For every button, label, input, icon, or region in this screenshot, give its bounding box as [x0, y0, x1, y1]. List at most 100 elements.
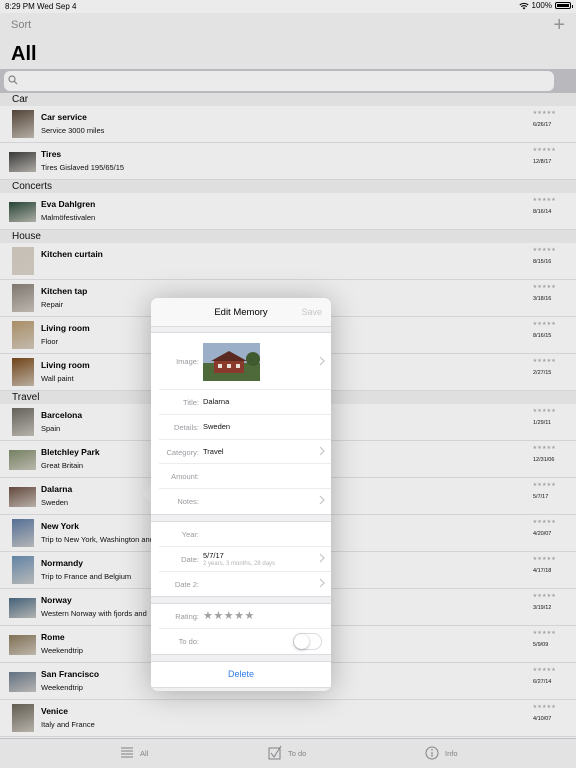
todo-toggle[interactable] [293, 633, 322, 651]
rating-stars-small: ★★★★★ [532, 519, 556, 525]
search-input[interactable] [4, 71, 554, 91]
rating-stars-small: ★★★★★ [532, 197, 556, 203]
item-title: Kitchen curtain [41, 249, 103, 259]
thumbnail-image [12, 704, 34, 732]
wifi-icon [518, 2, 529, 9]
rating-star[interactable]: ★ [203, 610, 213, 622]
item-date: 12/31/06 [533, 457, 555, 463]
date-value: 5/7/17 [203, 550, 224, 560]
checkbox-icon [268, 745, 282, 760]
title-row[interactable]: Title: Dalarna [159, 390, 331, 415]
item-subtitle: Trip to New York, Washington and [41, 535, 151, 544]
date-elapsed: 2 years, 3 months, 28 days [203, 560, 276, 567]
thumbnail-image [9, 450, 36, 470]
title-field[interactable]: Dalarna [203, 397, 229, 406]
save-button[interactable]: Save [301, 307, 322, 317]
item-date: 5/7/17 [533, 494, 549, 500]
category-label: Category: [166, 447, 199, 457]
memory-photo [203, 343, 260, 381]
thumbnail-image [12, 110, 34, 138]
battery-percent: 100% [531, 1, 552, 10]
delete-button[interactable]: Delete [151, 662, 331, 687]
item-subtitle: Repair [41, 300, 64, 309]
rating-stars-small: ★★★★★ [532, 482, 556, 488]
battery-icon [555, 2, 573, 9]
rating-stars-small: ★★★★★ [532, 247, 556, 253]
rating-star[interactable]: ★ [224, 610, 234, 622]
thumbnail-image [12, 284, 34, 312]
rating-stars-small: ★★★★★ [532, 110, 556, 116]
category-value: Travel [203, 446, 224, 456]
date-label: Date: [181, 554, 199, 564]
date2-row[interactable]: Date 2: [159, 572, 331, 597]
list-item[interactable]: Eva Dahlgren Malmöfestivalen ★★★★★ 8/16/14 [0, 193, 576, 230]
rating-stars-small: ★★★★★ [532, 284, 556, 290]
popover-group-main: Image: Title: Dalarna Details: Sweden Ca… [151, 332, 331, 515]
rating-star[interactable]: ★ [213, 610, 223, 622]
category-row[interactable]: Category: Travel [159, 440, 331, 465]
chevron-right-icon [319, 578, 325, 588]
title-label: Title: [183, 398, 199, 407]
sort-button[interactable]: Sort [11, 19, 31, 31]
list-item[interactable]: Car service Service 3000 miles ★★★★★ 6/26/1… [0, 106, 576, 143]
item-title: Car service [41, 112, 87, 122]
rating-row: Rating: ★★★★★ [159, 604, 331, 630]
thumbnail-image [12, 247, 34, 275]
add-button[interactable]: + [553, 15, 565, 35]
tab-all[interactable]: All [120, 745, 148, 761]
popover-group-rating: Rating: ★★★★★ To do: [151, 603, 331, 655]
rating-label: Rating: [175, 612, 199, 622]
item-date: 8/16/15 [533, 333, 552, 339]
rating-star[interactable]: ★ [234, 610, 244, 622]
image-label: Image: [176, 357, 199, 366]
edit-memory-popover: Edit Memory Save Image: Title: Dalarna D… [151, 298, 331, 691]
popover-group-delete: Delete [151, 660, 331, 688]
item-subtitle: Service 3000 miles [41, 126, 105, 135]
notes-row[interactable]: Notes: [159, 489, 331, 514]
item-subtitle: Italy and France [41, 720, 95, 729]
details-label: Details: [173, 422, 199, 432]
item-date: 3/18/16 [533, 296, 552, 302]
item-title: Venice [41, 706, 68, 716]
rating-stars-small: ★★★★★ [532, 667, 556, 673]
page-title: All [11, 43, 37, 65]
year-row[interactable]: Year: [159, 522, 331, 547]
item-date: 6/26/17 [533, 122, 552, 128]
item-title: Kitchen tap [41, 286, 88, 296]
thumbnail-image [12, 556, 34, 584]
tab-info[interactable]: Info [425, 745, 458, 761]
popover-header: Edit Memory Save [151, 298, 331, 327]
search-icon [8, 75, 18, 85]
item-date: 4/10/07 [533, 716, 552, 722]
item-subtitle: Great Britain [41, 461, 84, 470]
item-subtitle: Sweden [41, 498, 69, 507]
item-title: Norway [41, 595, 72, 605]
details-row[interactable]: Details: Sweden [159, 415, 331, 440]
tab-all-label: All [140, 748, 149, 758]
item-subtitle: Weekendtrip [41, 683, 83, 692]
rating-stars-small: ★★★★★ [532, 147, 556, 153]
list-item[interactable]: Venice Italy and France ★★★★★ 4/10/07 [0, 700, 576, 737]
item-subtitle: Floor [41, 337, 59, 346]
tab-todo[interactable]: To do [268, 745, 306, 761]
item-date: 4/17/18 [533, 568, 552, 574]
item-subtitle: Western Norway with fjords and [41, 609, 147, 618]
thumbnail-image [9, 672, 36, 692]
thumbnail-image [9, 202, 36, 222]
section-header: Car [0, 93, 576, 106]
chevron-right-icon [319, 356, 325, 366]
list-item[interactable]: Kitchen curtain ★★★★★ 8/15/16 [0, 243, 576, 280]
rating-stars[interactable]: ★★★★★ [203, 609, 255, 622]
section-header: House [0, 230, 576, 243]
rating-stars-small: ★★★★★ [532, 593, 556, 599]
details-field[interactable]: Sweden [203, 422, 230, 431]
chevron-right-icon [319, 495, 325, 505]
image-row[interactable]: Image: [159, 333, 331, 390]
date-row[interactable]: Date: 5/7/17 2 years, 3 months, 28 days [159, 547, 331, 572]
rating-stars-small: ★★★★★ [532, 445, 556, 451]
amount-row[interactable]: Amount: [159, 464, 331, 490]
list-item[interactable]: Tires Tires Gislaved 195/65/15 ★★★★★ 12/8/1… [0, 143, 576, 180]
rating-star[interactable]: ★ [245, 610, 255, 622]
status-indicators: 100% [518, 1, 573, 10]
date2-label: Date 2: [174, 579, 199, 589]
